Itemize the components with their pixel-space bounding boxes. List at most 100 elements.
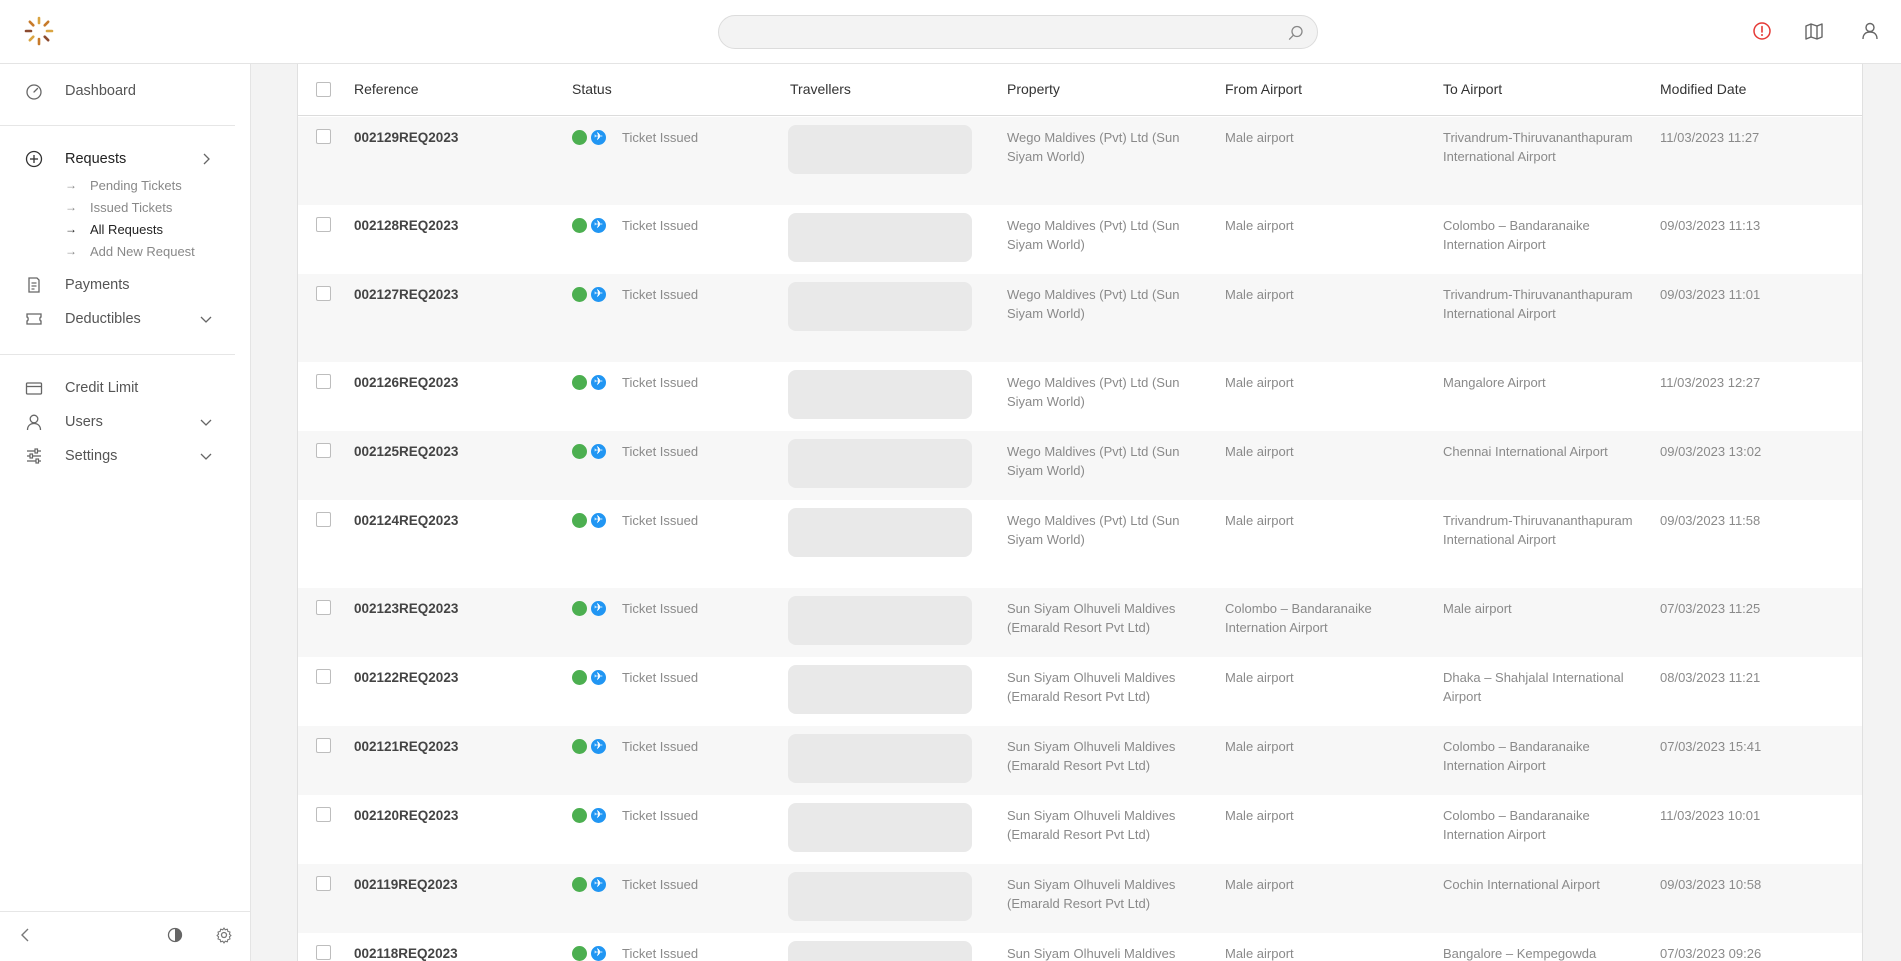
status-dot-green	[572, 877, 587, 892]
chevron-down-icon[interactable]	[198, 448, 214, 464]
table-row[interactable]: 002128REQ2023 ✈ Ticket Issued Wego Maldives…	[298, 205, 1862, 274]
reference-cell[interactable]: 002123REQ2023	[354, 599, 458, 618]
sliders-icon	[27, 448, 41, 464]
plane-status-icon: ✈	[591, 808, 606, 823]
row-checkbox[interactable]	[316, 738, 331, 753]
table-row[interactable]: 002118REQ2023 ✈ Ticket Issued Sun Siyam Olh…	[298, 933, 1862, 961]
sidebar-subitem-pending-tickets[interactable]: → Pending Tickets	[0, 175, 250, 195]
column-header-reference[interactable]: Reference	[354, 81, 419, 97]
sidebar-subitem-all-requests[interactable]: → All Requests	[0, 219, 250, 239]
table-row[interactable]: 002129REQ2023 ✈ Ticket Issued Wego Maldives…	[298, 117, 1862, 205]
row-checkbox[interactable]	[316, 286, 331, 301]
status-dot-green	[572, 287, 587, 302]
status-cell: Ticket Issued	[622, 444, 699, 459]
reference-cell[interactable]: 002122REQ2023	[354, 668, 458, 687]
chevron-down-icon[interactable]	[198, 414, 214, 430]
row-checkbox[interactable]	[316, 374, 331, 389]
sidebar-subitem-label: Add New Request	[90, 243, 195, 259]
collapse-sidebar-icon[interactable]	[16, 926, 34, 944]
row-checkbox[interactable]	[316, 876, 331, 891]
property-cell: Sun Siyam Olhuveli Maldives (Emarald Res…	[1007, 670, 1176, 704]
chevron-down-icon[interactable]	[198, 311, 214, 327]
row-checkbox[interactable]	[316, 945, 331, 960]
sidebar-item-payments[interactable]: Payments	[0, 270, 250, 300]
column-header-to-airport[interactable]: To Airport	[1443, 81, 1502, 97]
table-row[interactable]: 002120REQ2023 ✈ Ticket Issued Sun Siyam Olh…	[298, 795, 1862, 864]
plane-status-icon: ✈	[591, 218, 606, 233]
sidebar-item-requests[interactable]: Requests	[0, 144, 250, 174]
map-icon[interactable]	[1803, 20, 1825, 42]
sidebar-item-label: Payments	[65, 277, 130, 293]
reference-cell[interactable]: 002119REQ2023	[354, 875, 458, 894]
modified-date-cell: 11/03/2023 12:27	[1660, 375, 1761, 390]
column-header-travellers[interactable]: Travellers	[790, 81, 851, 97]
status-cell: Ticket Issued	[622, 670, 699, 685]
main-content: Reference Status Travellers Property Fro…	[251, 64, 1901, 961]
table-row[interactable]: 002123REQ2023 ✈ Ticket Issued Sun Siyam Olh…	[298, 588, 1862, 657]
column-header-modified-date[interactable]: Modified Date	[1660, 81, 1746, 97]
modified-date-cell: 07/03/2023 15:41	[1660, 739, 1762, 754]
sidebar-item-credit-limit[interactable]: Credit Limit	[0, 373, 250, 403]
search-input[interactable]	[719, 16, 1317, 48]
sidebar-item-label: Credit Limit	[65, 380, 139, 396]
travellers-placeholder	[788, 803, 972, 852]
sidebar-item-label: Settings	[65, 448, 118, 464]
contrast-icon[interactable]	[166, 926, 184, 944]
reference-cell[interactable]: 002121REQ2023	[354, 737, 458, 756]
property-cell: Sun Siyam Olhuveli Maldives (Emarald Res…	[1007, 601, 1176, 635]
sidebar-subitem-add-new-request[interactable]: → Add New Request	[0, 241, 250, 261]
search-icon[interactable]	[1287, 24, 1305, 42]
sidebar-item-users[interactable]: Users	[0, 407, 250, 437]
table-row[interactable]: 002122REQ2023 ✈ Ticket Issued Sun Siyam Olh…	[298, 657, 1862, 726]
reference-cell[interactable]: 002129REQ2023	[354, 128, 458, 147]
reference-cell[interactable]: 002124REQ2023	[354, 511, 458, 530]
reference-cell[interactable]: 002118REQ2023	[354, 944, 458, 961]
row-checkbox[interactable]	[316, 600, 331, 615]
table-row[interactable]: 002121REQ2023 ✈ Ticket Issued Sun Siyam Olh…	[298, 726, 1862, 795]
table-header: Reference Status Travellers Property Fro…	[298, 64, 1862, 116]
column-header-from-airport[interactable]: From Airport	[1225, 81, 1302, 97]
user-profile-icon[interactable]	[1859, 20, 1881, 42]
travellers-placeholder	[788, 439, 972, 488]
table-row[interactable]: 002119REQ2023 ✈ Ticket Issued Sun Siyam Olh…	[298, 864, 1862, 933]
row-checkbox[interactable]	[316, 129, 331, 144]
reference-cell[interactable]: 002120REQ2023	[354, 806, 458, 825]
status-cell: Ticket Issued	[622, 287, 699, 302]
reference-cell[interactable]: 002127REQ2023	[354, 285, 458, 304]
table-row[interactable]: 002124REQ2023 ✈ Ticket Issued Wego Maldives…	[298, 500, 1862, 588]
modified-date-cell: 11/03/2023 10:01	[1660, 808, 1761, 823]
status-cell: Ticket Issued	[622, 877, 699, 892]
to-airport-cell: Mangalore Airport	[1443, 375, 1546, 390]
modified-date-cell: 07/03/2023 09:26	[1660, 946, 1762, 961]
select-all-checkbox[interactable]	[316, 82, 331, 97]
sidebar-subitem-label: Pending Tickets	[90, 177, 182, 193]
dashboard-icon	[26, 84, 42, 100]
travellers-placeholder	[788, 125, 972, 174]
sidebar-item-dashboard[interactable]: Dashboard	[0, 76, 250, 106]
gear-icon[interactable]	[215, 926, 233, 944]
reference-cell[interactable]: 002128REQ2023	[354, 216, 458, 235]
chevron-right-icon[interactable]	[198, 151, 214, 167]
table-row[interactable]: 002127REQ2023 ✈ Ticket Issued Wego Maldives…	[298, 274, 1862, 362]
row-checkbox[interactable]	[316, 443, 331, 458]
row-checkbox[interactable]	[316, 669, 331, 684]
alert-icon[interactable]	[1751, 20, 1773, 42]
row-checkbox[interactable]	[316, 217, 331, 232]
sidebar-item-label: Users	[65, 414, 103, 430]
plane-status-icon: ✈	[591, 739, 606, 754]
column-header-property[interactable]: Property	[1007, 81, 1060, 97]
sidebar-item-deductibles[interactable]: Deductibles	[0, 304, 250, 334]
row-checkbox[interactable]	[316, 512, 331, 527]
table-row[interactable]: 002126REQ2023 ✈ Ticket Issued Wego Maldives…	[298, 362, 1862, 431]
sidebar-item-label: Requests	[65, 151, 127, 167]
logo[interactable]	[22, 14, 56, 48]
row-checkbox[interactable]	[316, 807, 331, 822]
travellers-placeholder	[788, 872, 972, 921]
column-header-status[interactable]: Status	[572, 81, 612, 97]
reference-cell[interactable]: 002125REQ2023	[354, 442, 458, 461]
sidebar-item-settings[interactable]: Settings	[0, 441, 250, 471]
table-row[interactable]: 002125REQ2023 ✈ Ticket Issued Wego Maldives…	[298, 431, 1862, 500]
reference-cell[interactable]: 002126REQ2023	[354, 373, 458, 392]
sidebar-subitem-issued-tickets[interactable]: → Issued Tickets	[0, 197, 250, 217]
plane-status-icon: ✈	[591, 375, 606, 390]
